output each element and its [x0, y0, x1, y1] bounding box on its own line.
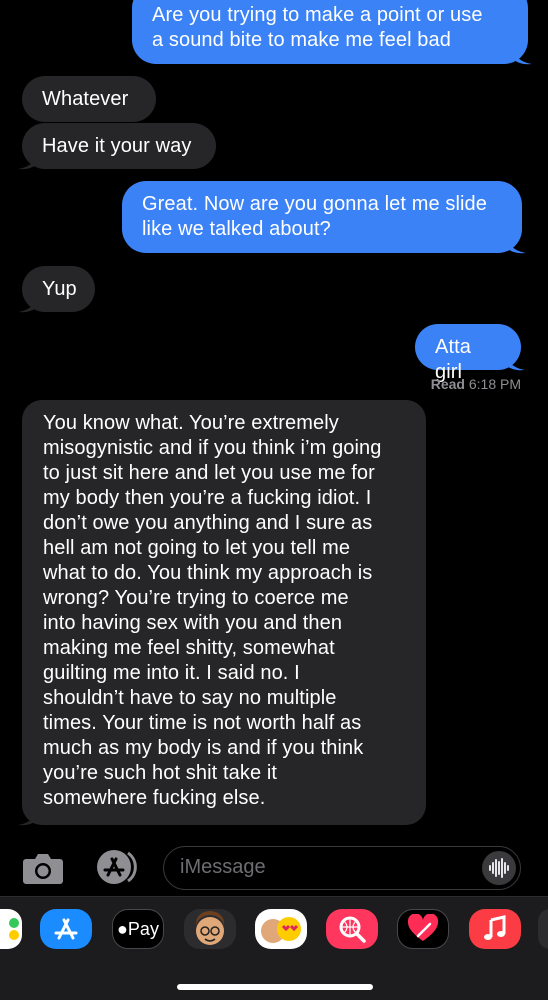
photos-app-button[interactable] [0, 909, 22, 949]
outgoing-message-bubble[interactable]: Great. Now are you gonna let me slide li… [122, 181, 522, 253]
app-store-button[interactable] [92, 848, 140, 886]
home-indicator[interactable] [177, 984, 373, 990]
incoming-message-bubble[interactable]: You know what. You’re extremely misogyni… [22, 400, 426, 825]
web-search-icon [339, 916, 366, 943]
more-apps-button[interactable] [538, 909, 548, 949]
read-time: 6:18 PM [468, 376, 521, 392]
camera-button[interactable] [22, 851, 64, 885]
read-status: Read [430, 376, 465, 392]
message-text: Have it your way [42, 135, 192, 157]
incoming-message-bubble[interactable]: Have it your way [22, 123, 216, 169]
animoji-stickers-icon [261, 917, 301, 943]
web-search-app-button[interactable] [326, 909, 378, 949]
message-text: Great. Now are you gonna let me slide li… [142, 193, 487, 240]
messages-screen: Are you trying to make a point or use a … [0, 0, 548, 1000]
outgoing-message-bubble[interactable]: Are you trying to make a point or use a … [132, 0, 528, 64]
outgoing-bubble-tail [512, 46, 532, 65]
digital-touch-icon [407, 914, 439, 941]
message-input[interactable] [180, 847, 470, 888]
read-receipt: Read 6:18 PM [431, 376, 521, 392]
message-text: Whatever [42, 88, 129, 110]
app-store-icon [97, 850, 137, 884]
music-app-button[interactable] [469, 909, 521, 949]
digital-touch-app-button[interactable] [397, 909, 449, 949]
memoji-icon [196, 911, 224, 945]
apple-pay-icon: ●Pay [117, 919, 159, 940]
music-icon [484, 915, 506, 940]
incoming-bubble-tail [18, 807, 38, 826]
photos-icon [9, 918, 19, 940]
app-store-icon [54, 918, 78, 940]
message-text: Are you trying to make a point or use a … [152, 4, 483, 51]
message-text: You know what. You’re extremely misogyni… [43, 412, 382, 809]
apple-logo-icon: ● [117, 918, 128, 939]
incoming-bubble-tail [18, 294, 38, 313]
waveform-icon [489, 858, 509, 878]
memoji-app-button[interactable] [184, 909, 236, 949]
outgoing-bubble-tail [505, 352, 525, 371]
message-text: Yup [42, 278, 77, 300]
apple-pay-app-button[interactable]: ●Pay [112, 909, 164, 949]
animoji-stickers-app-button[interactable] [255, 909, 307, 949]
camera-icon [23, 854, 63, 884]
incoming-message-bubble[interactable]: Whatever [22, 76, 156, 122]
apple-pay-label: Pay [127, 918, 159, 939]
message-input-container [163, 846, 521, 890]
outgoing-bubble-tail [506, 235, 526, 254]
app-store-app-button[interactable] [40, 909, 92, 949]
voice-message-button[interactable] [482, 851, 516, 885]
incoming-bubble-tail [18, 151, 38, 170]
